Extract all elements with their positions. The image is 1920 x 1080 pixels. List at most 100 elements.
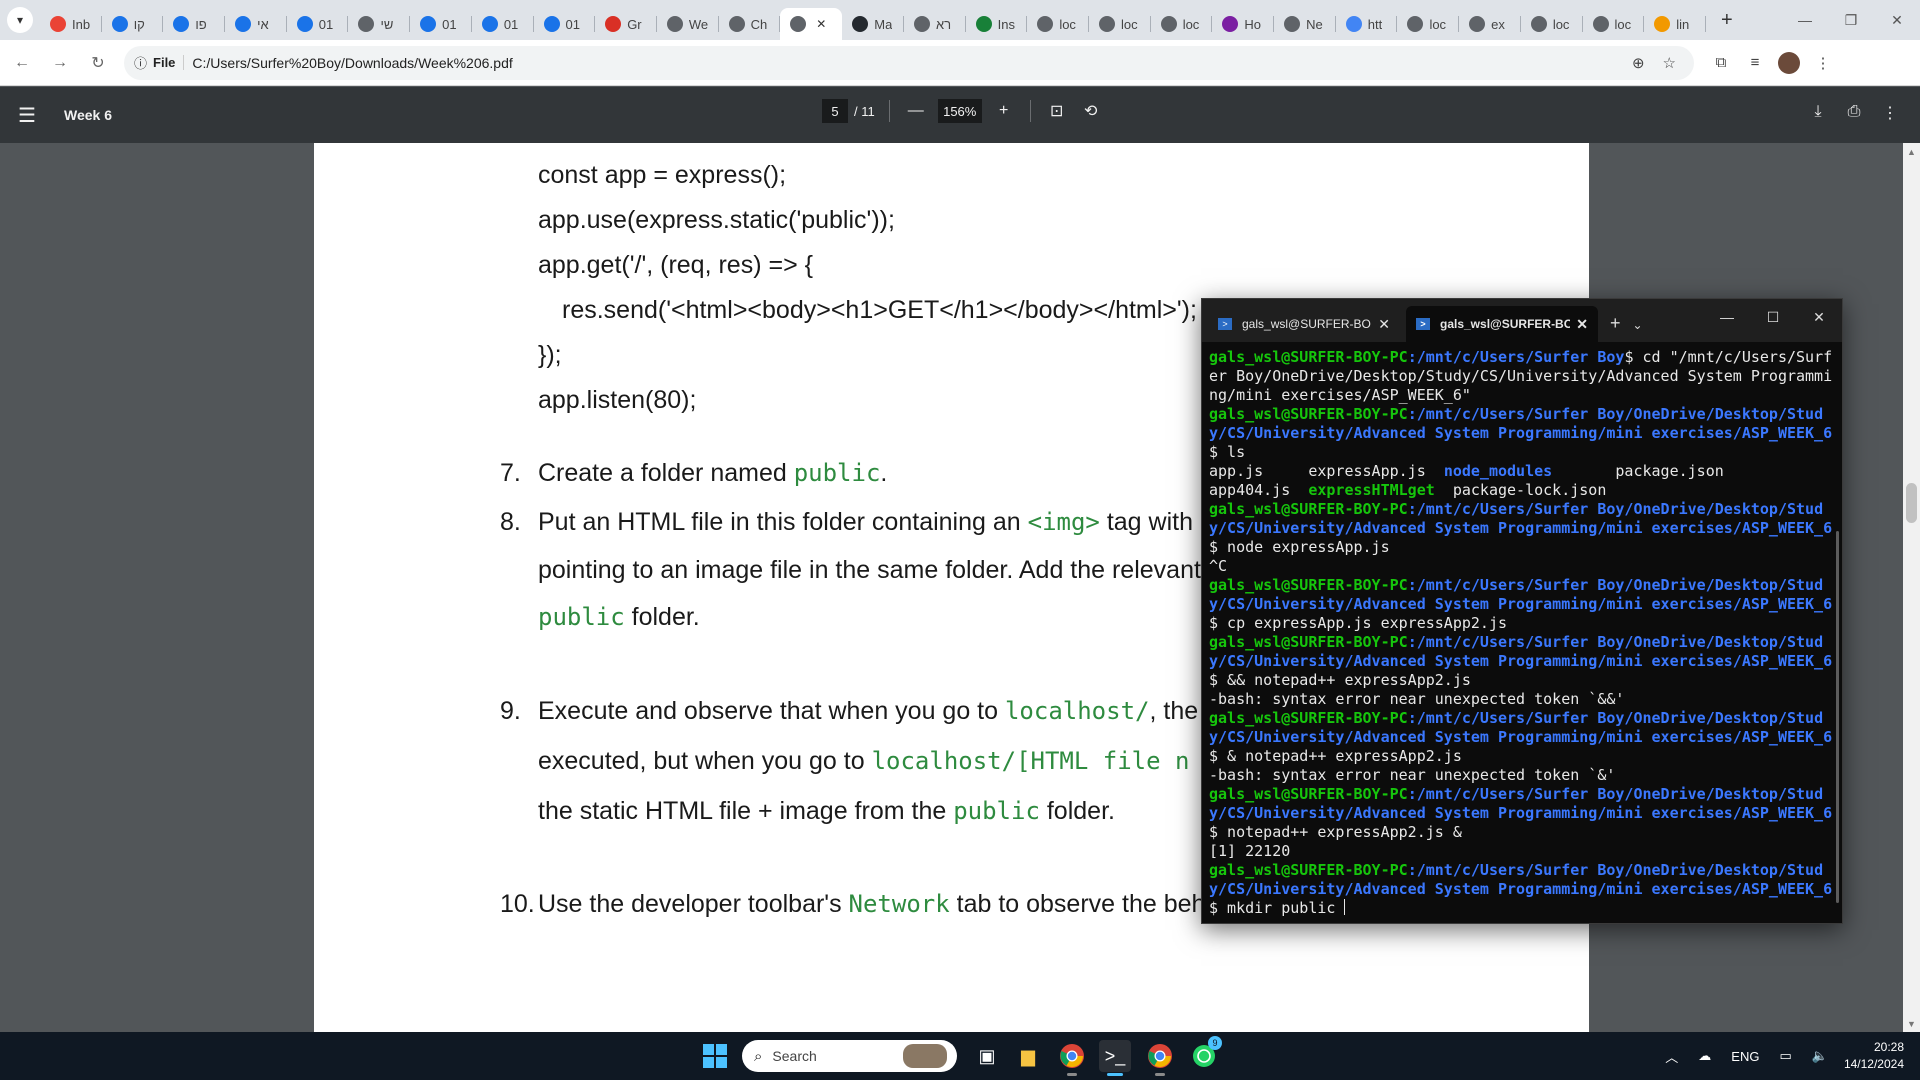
step-text: . xyxy=(880,459,888,487)
browser-tab[interactable]: Ins xyxy=(966,8,1028,40)
page-number-input[interactable]: 5 xyxy=(822,99,848,123)
close-icon[interactable]: ✕ xyxy=(1576,316,1588,333)
browser-tab[interactable]: ex xyxy=(1459,8,1521,40)
browser-tab[interactable]: 01 xyxy=(410,8,472,40)
taskbar-search[interactable]: ⌕ Search xyxy=(742,1040,957,1072)
zoom-level-input[interactable]: 156% xyxy=(937,99,982,123)
browser-tab[interactable]: loc xyxy=(1089,8,1151,40)
browser-tab[interactable]: lin xyxy=(1644,8,1706,40)
terminal-app-icon[interactable]: >_ xyxy=(1099,1040,1131,1076)
pdf-scrollbar[interactable]: ▲ ▼ xyxy=(1903,143,1920,1033)
moodle-icon xyxy=(296,16,313,32)
divider xyxy=(1029,100,1031,122)
clock[interactable]: 20:28 14/12/2024 xyxy=(1844,1039,1904,1073)
chevron-up-icon[interactable]: ︿ xyxy=(1665,1047,1678,1066)
windows-start-icon[interactable] xyxy=(703,1044,727,1068)
ls-entry: expressHTMLget xyxy=(1308,481,1435,499)
browser-tab[interactable]: loc xyxy=(1027,8,1089,40)
browser-tab[interactable]: Ma xyxy=(842,8,904,40)
fit-page-icon[interactable]: ⊡ xyxy=(1045,101,1069,121)
browser-tab-label: Ins xyxy=(997,16,1015,32)
step-text: the static HTML file + image from the xyxy=(538,797,954,825)
browser-tab[interactable]: Ch xyxy=(719,8,781,40)
browser-tab[interactable]: 01 xyxy=(534,8,596,40)
minimize-icon[interactable]: — xyxy=(1704,299,1750,335)
terminal-window[interactable]: > gals_wsl@SURFER-BO ✕ > gals_wsl@SURFER… xyxy=(1201,298,1843,924)
terminal-scrollbar[interactable] xyxy=(1836,531,1839,903)
browser-tab[interactable]: Ho xyxy=(1212,8,1274,40)
address-bar[interactable]: ⓘ File C:/Users/Surfer%20Boy/Downloads/W… xyxy=(124,45,1694,80)
extensions-icon[interactable]: ⧉ xyxy=(1704,46,1738,80)
browser-tab[interactable]: 01 xyxy=(472,8,534,40)
zoom-in-icon[interactable]: + xyxy=(992,102,1016,120)
terminal-tab-bar: > gals_wsl@SURFER-BO ✕ > gals_wsl@SURFER… xyxy=(1202,299,1842,342)
browser-tab[interactable]: רא xyxy=(904,8,966,40)
globe-icon xyxy=(1037,16,1054,32)
close-icon[interactable]: ✕ xyxy=(1874,0,1920,40)
close-icon[interactable]: ✕ xyxy=(1378,316,1390,333)
browser-tab[interactable]: loc xyxy=(1521,8,1583,40)
tab-search-button[interactable]: ▾ xyxy=(0,0,40,40)
download-icon[interactable]: ⤓ xyxy=(1800,103,1836,123)
restore-icon[interactable]: ❐ xyxy=(1828,0,1874,40)
browser-tab[interactable]: We xyxy=(657,8,719,40)
back-icon[interactable]: ← xyxy=(6,47,38,79)
task-view-icon[interactable]: ▣ xyxy=(971,1040,1003,1072)
terminal-tab-active[interactable]: > gals_wsl@SURFER-BC ✕ xyxy=(1406,306,1598,342)
browser-tab[interactable]: אי xyxy=(225,8,287,40)
chevron-down-icon: ▾ xyxy=(7,7,33,33)
new-tab-button[interactable]: + xyxy=(1710,3,1744,37)
browser-tab[interactable]: loc xyxy=(1151,8,1213,40)
step-text: , the xyxy=(1149,697,1199,725)
scroll-down-icon[interactable]: ▼ xyxy=(1907,1019,1916,1029)
prompt-path: :/mnt/c/Users/Surfer Boy xyxy=(1407,348,1625,366)
chrome-profile-icon[interactable] xyxy=(1144,1040,1176,1076)
browser-tab[interactable]: ✕ xyxy=(780,8,843,40)
maximize-icon[interactable]: ☐ xyxy=(1750,299,1796,335)
terminal-tab[interactable]: > gals_wsl@SURFER-BO ✕ xyxy=(1208,306,1400,342)
moodle-icon xyxy=(543,16,560,32)
more-options-icon[interactable]: ⋮ xyxy=(1872,103,1908,123)
language-indicator[interactable]: ENG xyxy=(1731,1049,1759,1064)
network-icon[interactable]: ▭ xyxy=(1779,1048,1791,1064)
chevron-down-icon[interactable]: ⌄ xyxy=(1633,318,1643,332)
close-icon[interactable]: ✕ xyxy=(1796,299,1842,335)
minimize-icon[interactable]: — xyxy=(1782,0,1828,40)
onedrive-off-icon[interactable]: ☁ xyxy=(1698,1048,1711,1064)
prompt-line: gals_wsl@SURFER-BOY-PC:/mnt/c/Users/Surf… xyxy=(1209,785,1834,842)
new-terminal-tab-icon[interactable]: + xyxy=(1610,313,1621,334)
bookmark-star-icon[interactable]: ☆ xyxy=(1663,54,1676,72)
browser-tab[interactable]: Gr xyxy=(595,8,657,40)
reload-icon[interactable]: ↻ xyxy=(82,47,114,79)
browser-tab[interactable]: 01 xyxy=(287,8,349,40)
prompt-user: gals_wsl@SURFER-BOY-PC xyxy=(1209,405,1408,423)
browser-tab[interactable]: קו xyxy=(102,8,164,40)
menu-icon[interactable]: ☰ xyxy=(18,103,48,128)
scroll-up-icon[interactable]: ▲ xyxy=(1907,147,1916,157)
volume-icon[interactable]: 🔈 xyxy=(1812,1048,1828,1064)
browser-tab-label: קו xyxy=(133,16,145,32)
browser-tab[interactable]: Ne xyxy=(1274,8,1336,40)
zoom-out-icon[interactable]: — xyxy=(904,102,928,120)
terminal-output[interactable]: gals_wsl@SURFER-BOY-PC :/mnt/c/Users/Surf… xyxy=(1202,342,1842,918)
whatsapp-icon[interactable]: 9 xyxy=(1188,1036,1222,1072)
browser-tab[interactable]: Inb xyxy=(40,8,102,40)
url-text[interactable]: C:/Users/Surfer%20Boy/Downloads/Week%206… xyxy=(192,55,1632,71)
browser-tab[interactable]: htt xyxy=(1336,8,1398,40)
rotate-icon[interactable]: ⟲ xyxy=(1079,101,1103,121)
chrome-icon[interactable] xyxy=(1056,1040,1088,1076)
browser-tab[interactable]: loc xyxy=(1397,8,1459,40)
file-explorer-icon[interactable]: ▆ xyxy=(1012,1040,1044,1072)
avatar[interactable] xyxy=(1778,51,1800,74)
browser-tab[interactable]: loc xyxy=(1583,8,1645,40)
forward-icon[interactable]: → xyxy=(44,47,76,79)
media-control-icon[interactable]: ≡ xyxy=(1738,46,1772,80)
menu-dots-icon[interactable]: ⋮ xyxy=(1806,46,1840,80)
scrollbar-thumb[interactable] xyxy=(1906,483,1917,523)
zoom-icon[interactable]: ⊕ xyxy=(1632,54,1645,72)
browser-tab[interactable]: פו xyxy=(163,8,225,40)
close-tab-icon[interactable]: ✕ xyxy=(816,17,826,31)
info-icon[interactable]: ⓘ xyxy=(134,53,147,72)
print-icon[interactable]: ⎙ xyxy=(1836,103,1872,123)
browser-tab[interactable]: שי xyxy=(348,8,410,40)
